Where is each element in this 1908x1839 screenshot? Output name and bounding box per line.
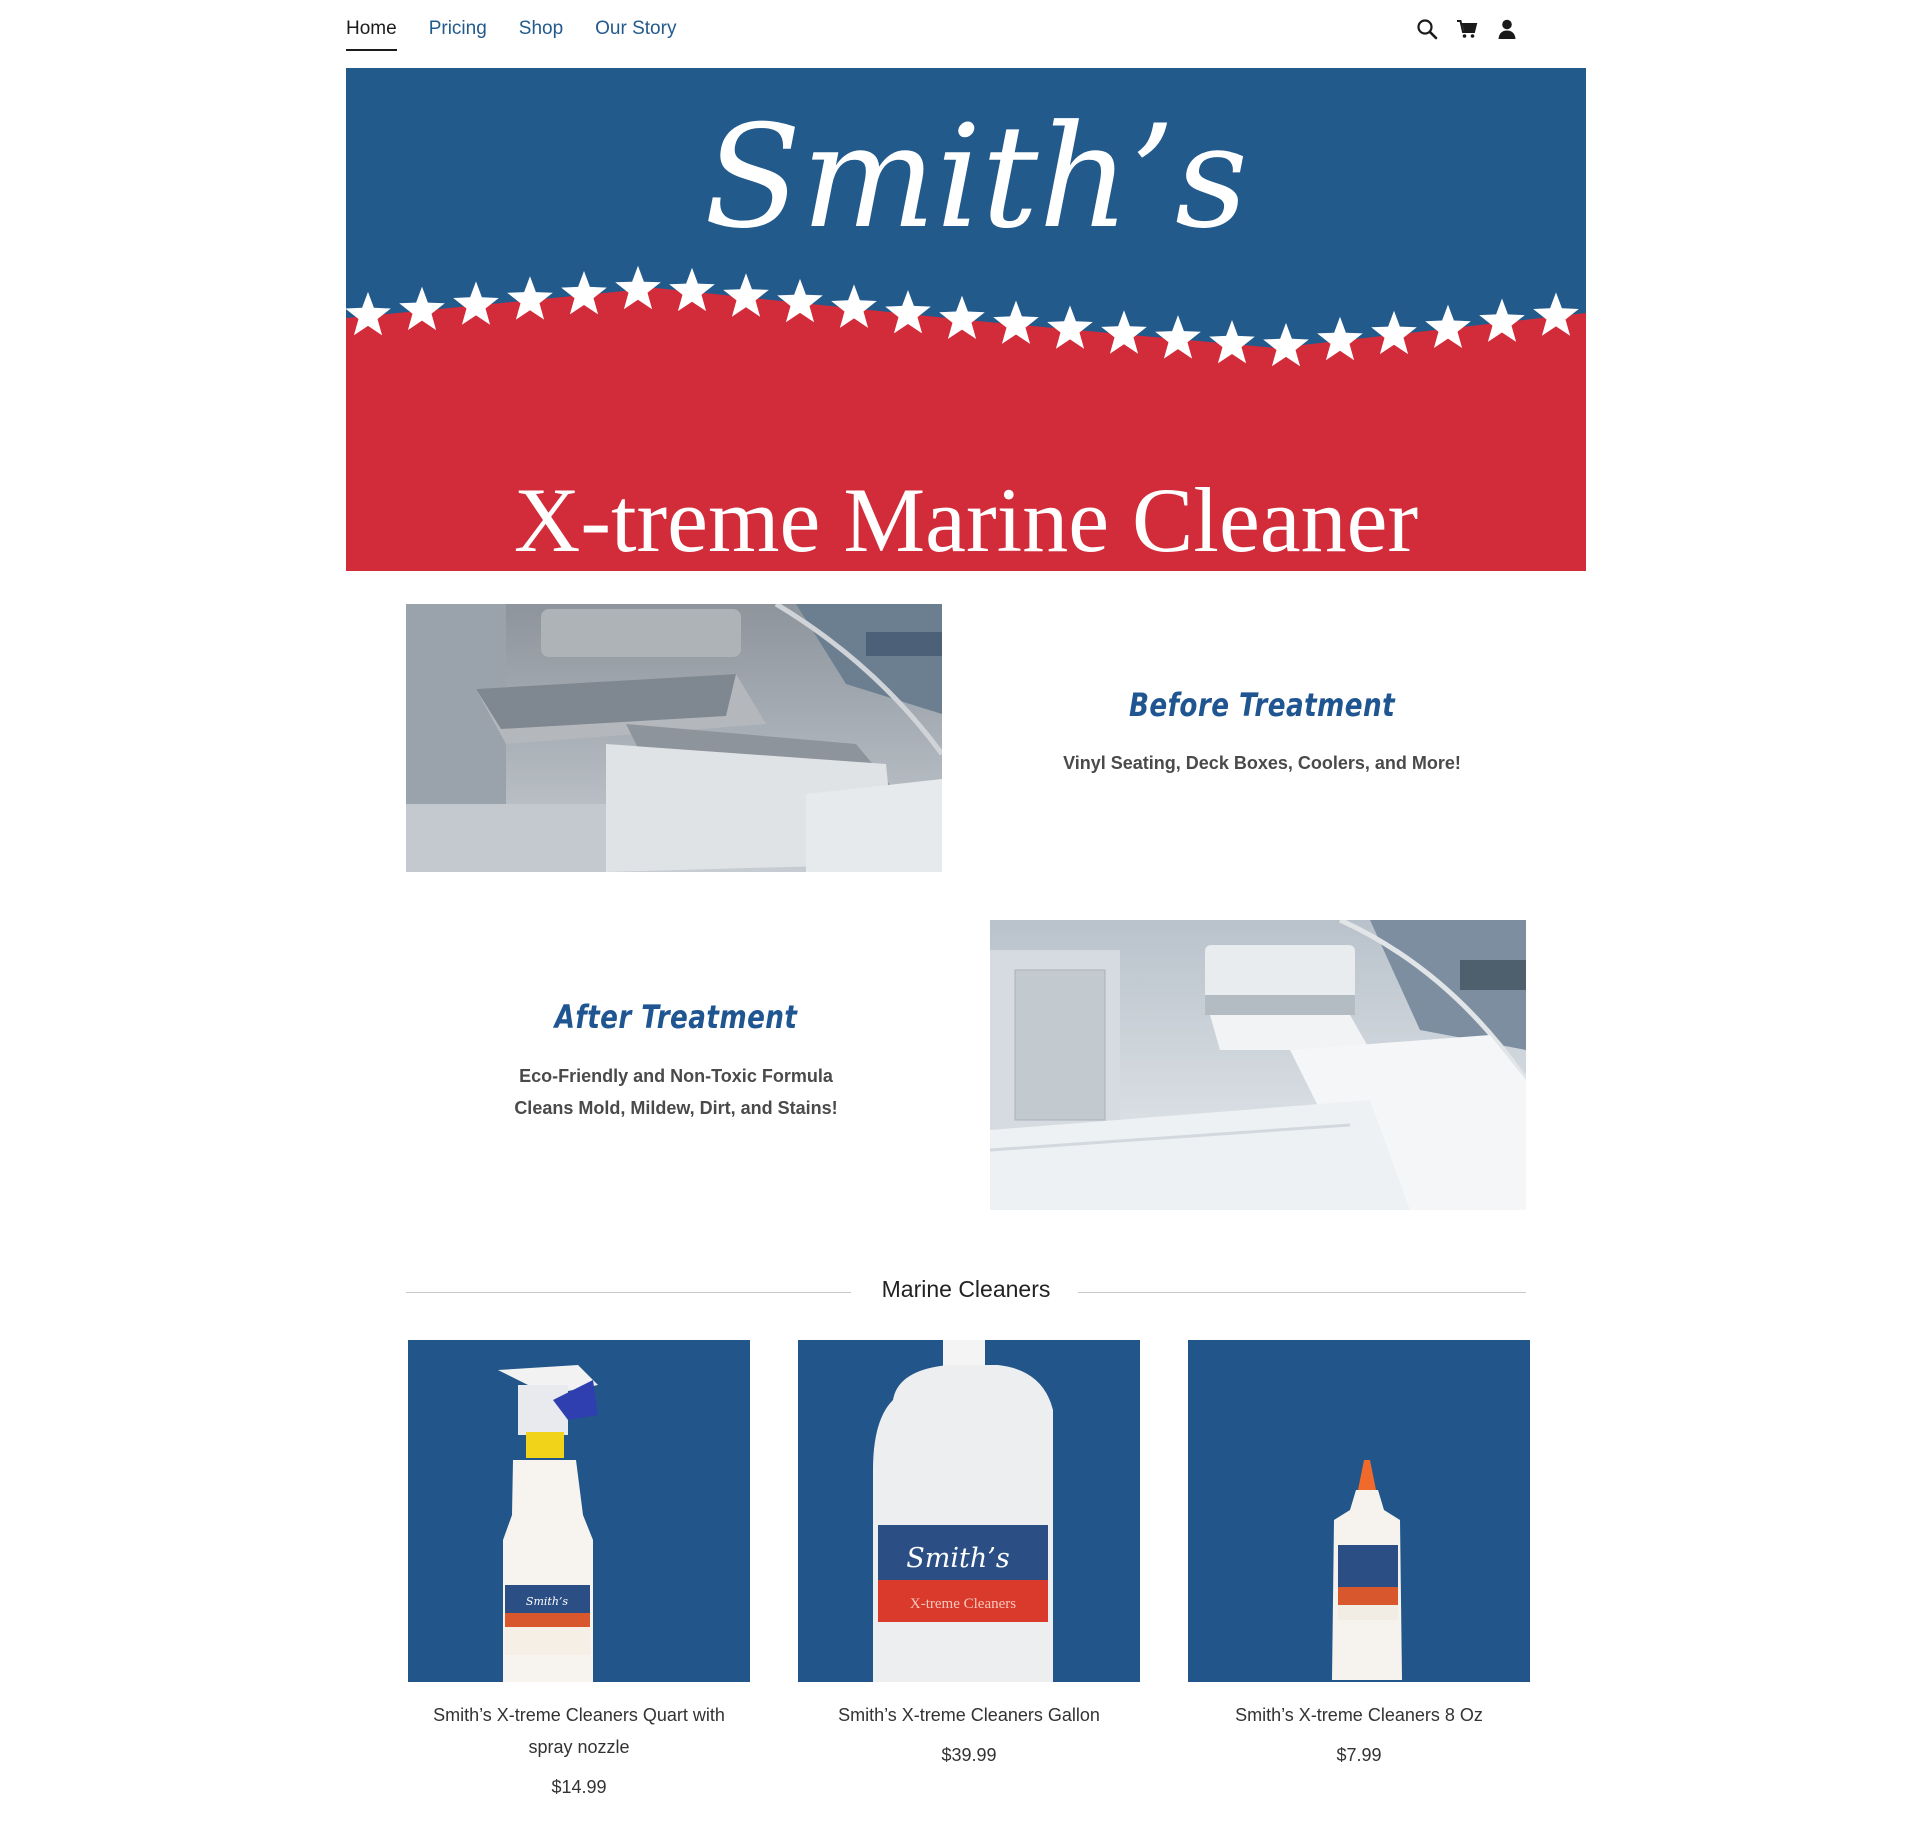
product-card[interactable]: Smith’s X-treme Cleaners Smith’s X-treme… — [798, 1340, 1140, 1766]
product-image-quart[interactable]: Smith’s — [408, 1340, 750, 1682]
label-brand: Smith’s — [526, 1595, 568, 1608]
after-feature: After Treatment Eco-Friendly and Non-Tox… — [376, 998, 976, 1124]
product-price: $39.99 — [941, 1745, 997, 1765]
product-name[interactable]: Smith’s X-treme Cleaners 8 Oz — [1188, 1699, 1530, 1731]
nav-home[interactable]: Home — [346, 18, 397, 51]
product-card[interactable]: Smith’s X-treme Cleaners 8 Oz $7.99 — [1188, 1340, 1530, 1766]
product-image-gallon[interactable]: Smith’s X-treme Cleaners — [798, 1340, 1140, 1682]
after-photo — [990, 920, 1526, 1210]
after-line2: Cleans Mold, Mildew, Dirt, and Stains! — [514, 1098, 838, 1118]
nav-pricing[interactable]: Pricing — [429, 18, 487, 51]
product-image-8oz[interactable] — [1188, 1340, 1530, 1682]
label-brand: Smith’s — [906, 1543, 1009, 1574]
product-card[interactable]: Smith’s Smith’s X-treme Cleaners Quart w… — [408, 1340, 750, 1798]
after-heading: After Treatment — [554, 998, 798, 1036]
hero-subtitle: X-treme Marine Cleaner — [514, 469, 1418, 571]
hero-banner: Smith’s X-treme Marine Cleaner — [346, 68, 1586, 571]
before-text: Vinyl Seating, Deck Boxes, Coolers, and … — [1063, 753, 1461, 773]
section-divider: Marine Cleaners — [406, 1276, 1526, 1336]
product-price: $14.99 — [551, 1777, 607, 1797]
product-name[interactable]: Smith’s X-treme Cleaners Quart with spra… — [408, 1699, 750, 1763]
header-icons — [1416, 18, 1518, 40]
label-sub: X-treme Cleaners — [910, 1596, 1016, 1612]
before-feature: Before Treatment Vinyl Seating, Deck Box… — [962, 686, 1562, 779]
before-heading: Before Treatment — [1128, 686, 1396, 724]
product-price: $7.99 — [1336, 1745, 1382, 1765]
nav-shop[interactable]: Shop — [519, 18, 563, 51]
main-nav: Home Pricing Shop Our Story — [346, 18, 676, 51]
hero-brand: Smith’s — [704, 95, 1248, 260]
before-photo — [406, 604, 942, 872]
search-icon[interactable] — [1416, 18, 1438, 40]
cart-icon[interactable] — [1456, 18, 1478, 40]
section-title: Marine Cleaners — [881, 1276, 1051, 1302]
account-icon[interactable] — [1496, 18, 1518, 40]
product-name[interactable]: Smith’s X-treme Cleaners Gallon — [798, 1699, 1140, 1731]
after-line1: Eco-Friendly and Non-Toxic Formula — [519, 1066, 833, 1086]
nav-our-story[interactable]: Our Story — [595, 18, 676, 51]
divider-line-right — [1078, 1292, 1526, 1293]
